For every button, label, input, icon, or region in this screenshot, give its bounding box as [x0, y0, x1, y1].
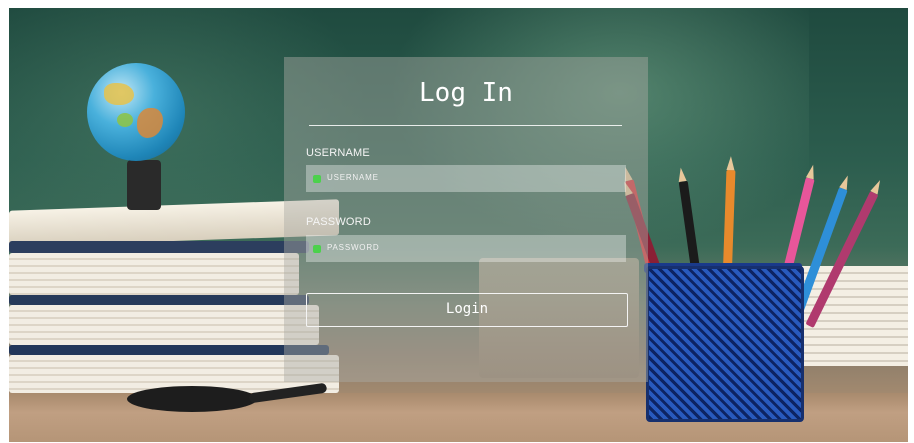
password-label: PASSWORD — [306, 216, 371, 228]
lock-icon — [313, 245, 321, 253]
pencil-cup — [646, 266, 804, 422]
login-panel: Log In USERNAME USERNAME PASSWORD PASSWO… — [284, 57, 648, 382]
login-title: Log In — [419, 78, 513, 108]
globe-land — [117, 113, 133, 127]
globe-base — [127, 160, 161, 210]
book-stack-spine-2 — [9, 295, 309, 305]
globe-icon — [87, 63, 185, 161]
password-placeholder: PASSWORD — [327, 243, 380, 252]
globe-land — [104, 83, 134, 105]
book-stack-spine-1 — [9, 241, 309, 253]
username-placeholder: USERNAME — [327, 173, 379, 182]
magnifying-glass — [127, 386, 257, 412]
username-label: USERNAME — [306, 147, 370, 159]
user-icon — [313, 175, 321, 183]
book-stack-pages-1 — [9, 253, 299, 295]
book-stack-spine-3 — [9, 345, 329, 355]
login-button[interactable]: Login — [306, 293, 628, 327]
screenshot-frame: Log In USERNAME USERNAME PASSWORD PASSWO… — [0, 0, 914, 443]
book-stack-pages-2 — [9, 305, 319, 345]
username-input[interactable]: USERNAME — [306, 165, 626, 192]
title-divider — [309, 125, 622, 126]
password-input[interactable]: PASSWORD — [306, 235, 626, 262]
